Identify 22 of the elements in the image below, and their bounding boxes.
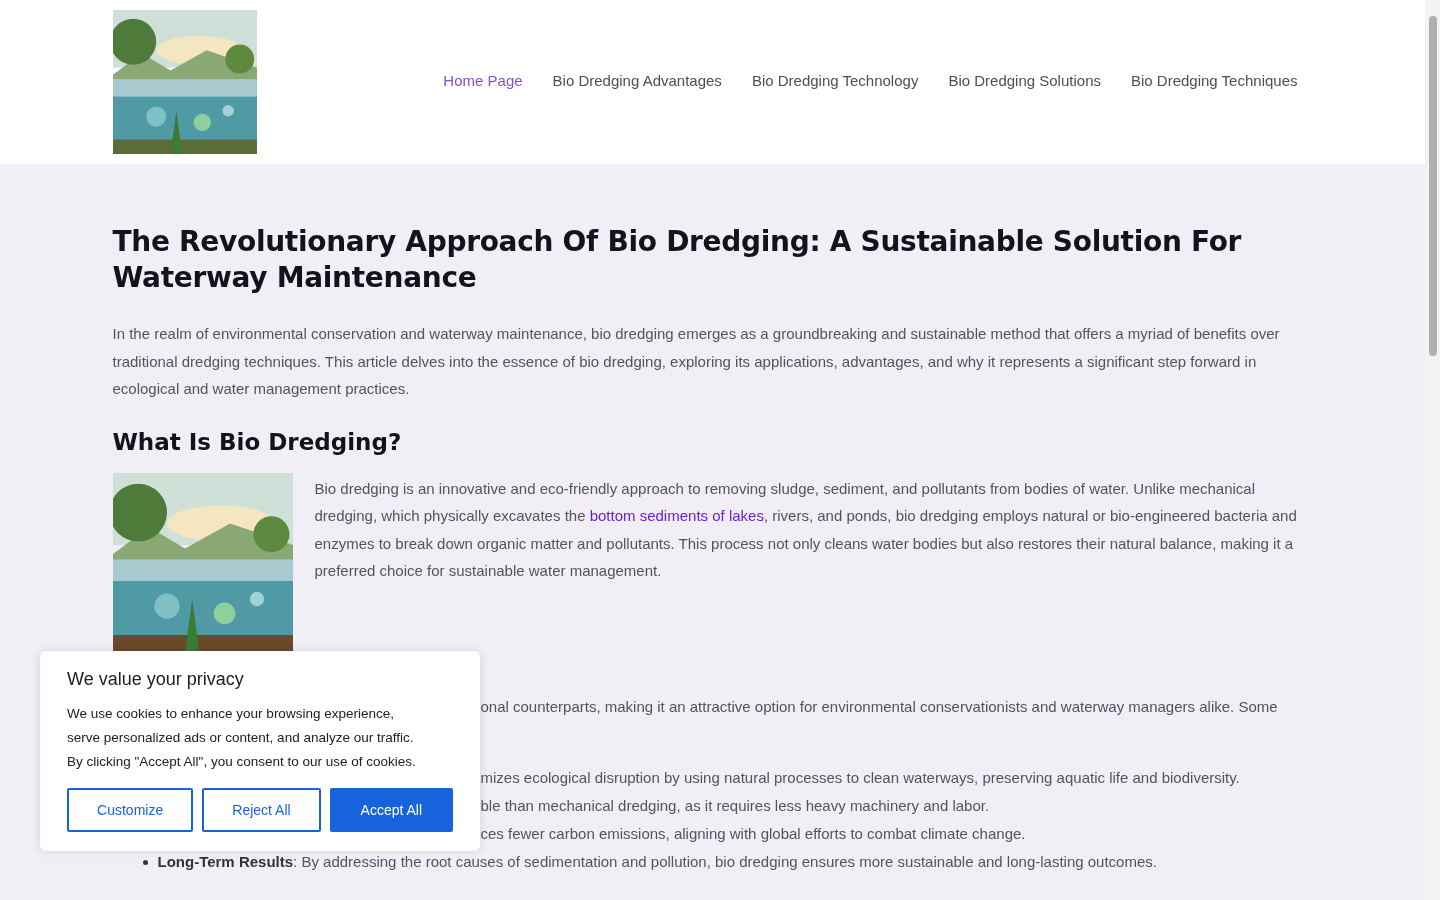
- outline-button[interactable]: Reject All: [202, 788, 321, 832]
- text-link[interactable]: bottom sediments of lakes: [589, 507, 764, 524]
- nav-link[interactable]: Bio Dredging Technology: [751, 72, 919, 89]
- list-item-text: mizes ecological disruption by using natural processes to clean waterways, preserving aquatic life and biodiversity.: [480, 768, 1240, 788]
- scrollbar[interactable]: [1425, 0, 1440, 900]
- paragraph: In the realm of environmental conservation and waterway maintenance, bio dredging emerges as a groundbreaking and sustainable method that offers a myriad of benefits over traditional dredging techniques. This article delves into the essence of bio dredging, exploring its applications, advantages, and why it represents a significant step forward in ecological and water management practices.: [112, 324, 1281, 399]
- nav-link[interactable]: Bio Dredging Solutions: [948, 72, 1101, 89]
- list-item-text: Long-Term Results: By addressing the root causes of sedimentation and pollution, bio dredging ensures more sustainable and long-lasting outcomes.: [157, 852, 1157, 872]
- outline-button[interactable]: Customize: [67, 788, 194, 832]
- nav-link[interactable]: Home Page: [443, 72, 523, 89]
- article-title: The Revolutionary Approach Of Bio Dredging: A Sustainable Solution For Waterway Maintenance: [112, 224, 1243, 296]
- paragraph: Bio dredging is an innovative and eco-friendly approach to removing sludge, sediment, and pollutants from bodies of water. Unlike mechanical dredging, which physically excavates the bottom sediments of lakes, rivers, and ponds, bio dredging employs natural or bio-engineered bacteria and enzymes to break down organic matter and pollutants. This process not only cleans water bodies but also restores their natural balance, making it a preferred choice for sustainable water management.: [314, 478, 1298, 581]
- nav-link[interactable]: Bio Dredging Techniques: [1131, 72, 1298, 89]
- banner-title: We value your privacy: [67, 669, 245, 690]
- section-heading: What Is Bio Dredging?: [112, 427, 403, 457]
- accept-button[interactable]: Accept All: [329, 788, 453, 832]
- paragraph: onal counterparts, making it an attractive option for environmental conservationists and waterway managers alike. Some: [480, 697, 1278, 715]
- banner-text: We use cookies to enhance your browsing experience, serve personalized ads or content, and analyze our traffic. By clicking "Accept All", you consent to our use of cookies.: [67, 705, 417, 771]
- list-item-text: ces fewer carbon emissions, aligning with global efforts to combat climate change.: [480, 824, 1026, 844]
- list-item-text: ble than mechanical dredging, as it requires less heavy machinery and labor.: [480, 796, 990, 816]
- nav-link[interactable]: Bio Dredging Advantages: [552, 72, 722, 89]
- bullet-icon: [142, 859, 148, 865]
